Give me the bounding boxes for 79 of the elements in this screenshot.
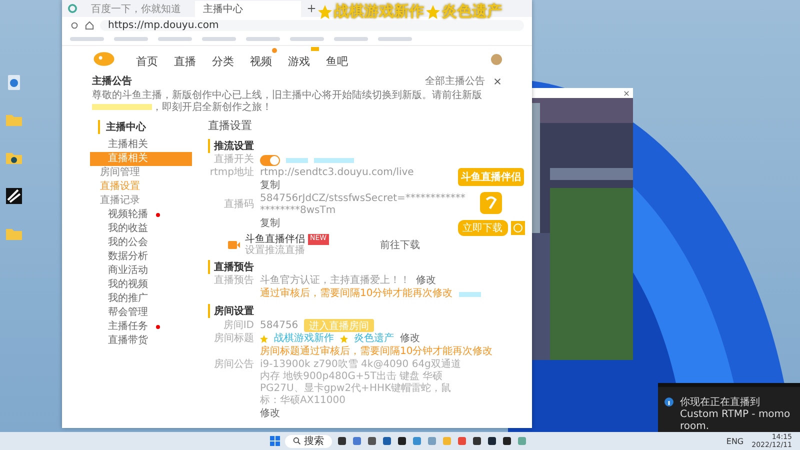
sidebar-item[interactable]: 直播带货 (98, 334, 192, 348)
sidebar-item[interactable]: 主播相关 (98, 138, 192, 152)
page-title: 直播设置 (208, 118, 253, 133)
notice-text: 尊敬的斗鱼主播，新版创作中心已上线，旧主播中心将开始陆续切换到新版。请前往新版 ，即刻开启全新创作之旅！ (92, 90, 483, 114)
close-icon[interactable] (493, 76, 502, 86)
sidebar-item[interactable]: 商业活动 (98, 264, 192, 278)
plus-icon[interactable] (307, 4, 316, 13)
field-label: 房间标题 (213, 333, 254, 345)
play-icon[interactable] (510, 221, 524, 235)
field-label: 直播预告 (213, 275, 254, 287)
section-heading: 推流设置 (208, 139, 522, 153)
field-label: 房间ID (222, 320, 254, 332)
toggle-switch[interactable] (260, 154, 280, 166)
section-heading: 直播预告 (208, 260, 522, 274)
star-icon (318, 4, 332, 18)
companion-subtitle: 设置推流直播 (245, 245, 306, 256)
windows-start-icon[interactable] (270, 436, 280, 446)
refresh-icon[interactable] (70, 20, 79, 30)
companion-name: 斗鱼直播伴侣 (245, 234, 305, 245)
field-label: 直播开关 (213, 154, 254, 166)
app-logo-icon (480, 192, 502, 214)
overlay-text: 炎色遗产 (442, 2, 502, 21)
sidebar-subitem[interactable]: 直播记录 (98, 194, 192, 208)
room-title-text: 战棋游戏新作 (274, 333, 334, 345)
nav-link[interactable]: 视频 (250, 54, 272, 68)
sidebar-item[interactable]: 我的推广 (98, 292, 192, 306)
browser-tab[interactable]: 主播中心 (195, 0, 301, 16)
edit-link[interactable]: 修改 (416, 275, 436, 287)
sidebar-title: 主播中心 (98, 120, 192, 134)
rtmp-url: rtmp://sendtc3.douyu.com/live (260, 167, 414, 179)
star-icon (426, 4, 440, 18)
warning-text: 通过审核后，需要间隔10分钟才能再次修改 (260, 288, 453, 300)
nav-link[interactable]: 鱼吧 (326, 54, 348, 68)
sidebar-subitem[interactable]: 房间管理 (98, 166, 192, 180)
browser-tab[interactable]: 百度一下，你就知道 (83, 0, 189, 16)
fish-logo-icon (92, 51, 116, 67)
sidebar-item[interactable]: 数据分析 (98, 250, 192, 264)
notice-title: 主播公告 (92, 74, 133, 88)
avatar-icon[interactable] (491, 54, 502, 64)
field-label: 房间公告 (213, 359, 254, 371)
sidebar-item[interactable]: 视频轮播 (98, 208, 192, 222)
copy-link[interactable]: 复制 (260, 180, 280, 192)
edit-link[interactable]: 修改 (400, 333, 420, 345)
home-icon[interactable] (85, 20, 94, 30)
room-notice-text: i9-13900k z790吹雪 4k@4090 64g双通道内存 地铁900p480G+5T出击 键盘 华硕PG27U、显卡gpw2代+HHK键帽雷蛇，鼠标：华硕AX11000 (260, 359, 462, 407)
stream-key: 584756rJdCZ/stssfwsSecret=********************8wsTm (260, 193, 470, 217)
sidebar-item[interactable]: 我的公会 (98, 236, 192, 250)
notification-text: 你现在正在直播到 Custom RTMP - momo room. (680, 397, 792, 432)
promo-banner: 斗鱼直播伴侣 (458, 168, 524, 186)
info-icon (664, 397, 674, 407)
overlay-text: 战棋游戏新作 (334, 2, 424, 21)
warning-text: 房间标题通过审核后，需要间隔10分钟才能再次修改 (260, 346, 493, 358)
all-notices-link[interactable]: 全部主播公告 (425, 74, 485, 88)
sidebar-item[interactable]: 我的收益 (98, 222, 192, 236)
language-indicator[interactable]: ENG (726, 436, 744, 446)
nav-link[interactable]: 首页 (136, 54, 158, 68)
copy-link[interactable]: 复制 (260, 218, 280, 230)
sidebar-item[interactable]: 主播任务 (98, 320, 192, 334)
close-icon[interactable] (623, 90, 630, 96)
edit-link[interactable]: 修改 (260, 408, 280, 420)
star-icon (260, 335, 268, 343)
search-field[interactable]: 搜索 (285, 434, 332, 448)
sidebar-item[interactable]: 我的视频 (98, 278, 192, 292)
address-bar[interactable]: https://mp.douyu.com (100, 20, 524, 30)
camera-icon (228, 241, 240, 249)
field-label: 直播码 (223, 199, 254, 211)
app-shortcut-icon[interactable] (4, 186, 24, 206)
browser-logo-icon (68, 4, 77, 13)
search-icon (293, 437, 301, 445)
field-label: rtmp地址 (208, 167, 254, 179)
star-icon (340, 335, 348, 343)
room-title-text: 炎色遗产 (354, 333, 394, 345)
download-link[interactable]: 前往下载 (380, 238, 420, 252)
preview-text: 斗鱼官方认证，主持直播爱上！！ (260, 275, 410, 287)
sidebar-item[interactable]: 帮会管理 (98, 306, 192, 320)
nav-link[interactable]: 分类 (212, 54, 234, 68)
room-id: 584756 (260, 320, 298, 332)
nav-link[interactable]: 直播 (174, 54, 196, 68)
nav-link[interactable]: 游戏 (288, 54, 310, 68)
